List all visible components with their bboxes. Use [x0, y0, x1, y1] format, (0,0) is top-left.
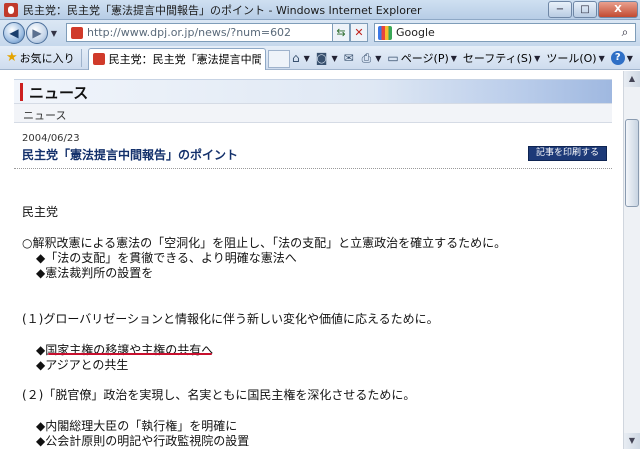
google-icon: [378, 25, 392, 40]
search-box[interactable]: Google ⌕: [374, 23, 636, 42]
favorites-star-icon: ★: [6, 50, 18, 65]
printer-icon: ⎙: [361, 50, 372, 65]
tab-favicon-icon: [92, 53, 105, 65]
chevron-down-icon: ▼: [598, 53, 605, 63]
search-icon[interactable]: ⌕: [615, 25, 635, 40]
section-1-heading: (１)グローバリゼーションと情報化に伴う新しい変化や価値に応えるために。: [22, 312, 439, 326]
rss-icon: ◙: [315, 51, 328, 65]
favorites-button[interactable]: ★ お気に入り: [6, 50, 75, 66]
divider: [14, 168, 612, 169]
help-menu[interactable]: ? ▼: [610, 51, 633, 65]
search-provider-label[interactable]: Google: [396, 26, 615, 39]
safety-menu-label: セーフティ(S): [462, 52, 533, 65]
print-article-button[interactable]: 記事を印刷する: [528, 146, 607, 161]
vertical-scrollbar[interactable]: ▲ ▼: [623, 71, 640, 449]
page-icon: ▭: [387, 51, 399, 65]
scroll-up-icon[interactable]: ▲: [624, 71, 640, 87]
minimize-button[interactable]: −: [548, 1, 572, 18]
red-underline-annotation: [48, 353, 212, 355]
home-icon: ⌂: [292, 51, 300, 65]
article-date: 2004/06/23: [22, 133, 80, 144]
chevron-down-icon: ▼: [450, 53, 457, 63]
address-url[interactable]: http://www.dpj.or.jp/news/?num=602: [87, 26, 353, 39]
chevron-down-icon: ▼: [534, 53, 541, 63]
window-title: 民主党：民主党「憲法提言中間報告」のポイント - Windows Interne…: [23, 3, 422, 17]
favorites-label: お気に入り: [19, 51, 75, 65]
print-toolbar-button[interactable]: ⎙ ▼: [362, 51, 382, 66]
stop-button[interactable]: ✕: [350, 23, 368, 42]
back-button[interactable]: ◀: [3, 22, 25, 44]
title-bar: 民主党：民主党「憲法提言中間報告」のポイント - Windows Interne…: [0, 0, 640, 20]
chevron-down-icon[interactable]: ▼: [375, 54, 381, 63]
breadcrumb-label: ニュース: [23, 109, 67, 122]
refresh-button[interactable]: ⇆: [332, 23, 350, 42]
command-bar: ★ お気に入り 民主党：民主党「憲法提言中間報告... ⌂▼ ◙▼ ✉ ⎙▼ ▭…: [0, 46, 640, 70]
tools-menu-label: ツール(O): [546, 52, 597, 65]
mail-button[interactable]: ✉: [344, 51, 356, 65]
bullet-item: ◆アジアとの共生: [36, 358, 129, 372]
scrollbar-thumb[interactable]: [625, 119, 639, 207]
section-accent-bar: [20, 83, 23, 101]
forward-button[interactable]: ▶: [26, 22, 48, 44]
page-menu-label: ページ(P): [400, 52, 449, 65]
section-title: ニュース: [29, 84, 89, 102]
breadcrumb: ニュース: [14, 103, 612, 123]
page-menu[interactable]: ▭ ページ(P) ▼: [387, 50, 457, 66]
help-icon: ?: [610, 51, 625, 65]
history-dropdown-icon[interactable]: ▼: [48, 29, 60, 38]
bullet-item: ◆憲法裁判所の設置を: [36, 266, 154, 280]
home-button[interactable]: ⌂ ▼: [292, 51, 310, 65]
chevron-down-icon[interactable]: ▼: [331, 54, 337, 63]
browser-tab[interactable]: 民主党：民主党「憲法提言中間報告...: [87, 47, 266, 70]
scroll-down-icon[interactable]: ▼: [624, 433, 640, 449]
tab-title: 民主党：民主党「憲法提言中間報告...: [108, 53, 261, 66]
new-tab-button[interactable]: [267, 49, 290, 68]
command-buttons: ⌂ ▼ ◙ ▼ ✉ ⎙ ▼ ▭ ページ(P) ▼ セーフティ(S) ▼ ツール(O) ▼ ? ▼: [292, 46, 639, 70]
feeds-button[interactable]: ◙ ▼: [316, 51, 338, 65]
article-title: 民主党「憲法提言中間報告」のポイント: [22, 148, 239, 162]
chevron-down-icon[interactable]: ▼: [304, 54, 310, 63]
bullet-item: ◆公会計原則の明記や行政監視院の設置: [36, 434, 250, 448]
maximize-button[interactable]: □: [573, 1, 597, 18]
site-favicon-icon: [71, 26, 83, 39]
close-button[interactable]: X: [598, 1, 638, 18]
ie-page-icon: [4, 2, 18, 17]
window-controls: − □ X: [547, 1, 638, 18]
section-2-heading: (２)「脱官僚」政治を実現し、名実ともに国民主権を深化させるために。: [22, 388, 416, 402]
author-line: 民主党: [22, 205, 59, 219]
toolbar-divider: [80, 48, 82, 67]
safety-menu[interactable]: セーフティ(S) ▼: [463, 50, 540, 66]
section-header: ニュース: [14, 79, 612, 103]
chevron-down-icon: ▼: [626, 53, 633, 63]
page-viewport: ニュース ニュース 2004/06/23 民主党「憲法提言中間報告」のポイント …: [0, 71, 640, 449]
tools-menu[interactable]: ツール(O) ▼: [546, 50, 604, 66]
address-bar[interactable]: http://www.dpj.or.jp/news/?num=602 ▼: [66, 23, 368, 42]
mail-icon: ✉: [343, 51, 354, 65]
address-toolbar: ◀ ▶ ▼ http://www.dpj.or.jp/news/?num=602…: [0, 20, 640, 46]
